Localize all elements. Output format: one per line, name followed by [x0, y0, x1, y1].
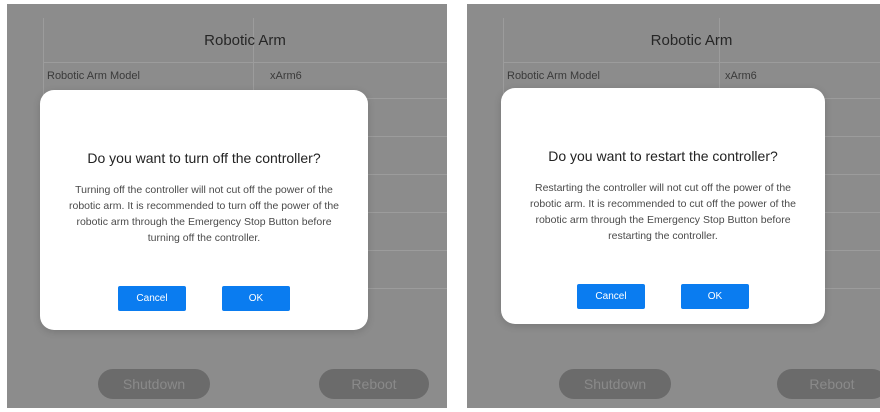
ok-button[interactable]: OK	[681, 284, 749, 309]
shutdown-button[interactable]: Shutdown	[98, 369, 210, 399]
reboot-button[interactable]: Reboot	[319, 369, 429, 399]
dialog-message: Restarting the controller will not cut o…	[530, 182, 796, 242]
dialog-question: Do you want to turn off the controller?	[87, 150, 321, 166]
model-label: Robotic Arm Model	[47, 70, 140, 82]
shutdown-button[interactable]: Shutdown	[559, 369, 671, 399]
shutdown-dialog: Do you want to turn off the controller? …	[40, 90, 368, 330]
section-title: Robotic Arm	[204, 31, 286, 49]
restart-dialog: Do you want to restart the controller? R…	[501, 88, 825, 324]
shutdown-confirm-screen: Robotic Arm Robotic Arm Model xArm6 Shut…	[7, 4, 447, 408]
dialog-question: Do you want to restart the controller?	[548, 148, 778, 164]
reboot-button[interactable]: Reboot	[777, 369, 880, 399]
model-label: Robotic Arm Model	[507, 70, 600, 82]
model-value: xArm6	[270, 70, 302, 82]
cancel-button[interactable]: Cancel	[118, 286, 186, 311]
restart-confirm-screen: Robotic Arm Robotic Arm Model xArm6 Shut…	[467, 4, 880, 408]
section-title: Robotic Arm	[650, 31, 733, 49]
dialog-message: Turning off the controller will not cut …	[68, 184, 340, 244]
ok-button[interactable]: OK	[222, 286, 290, 311]
model-value: xArm6	[725, 70, 757, 82]
cancel-button[interactable]: Cancel	[577, 284, 645, 309]
